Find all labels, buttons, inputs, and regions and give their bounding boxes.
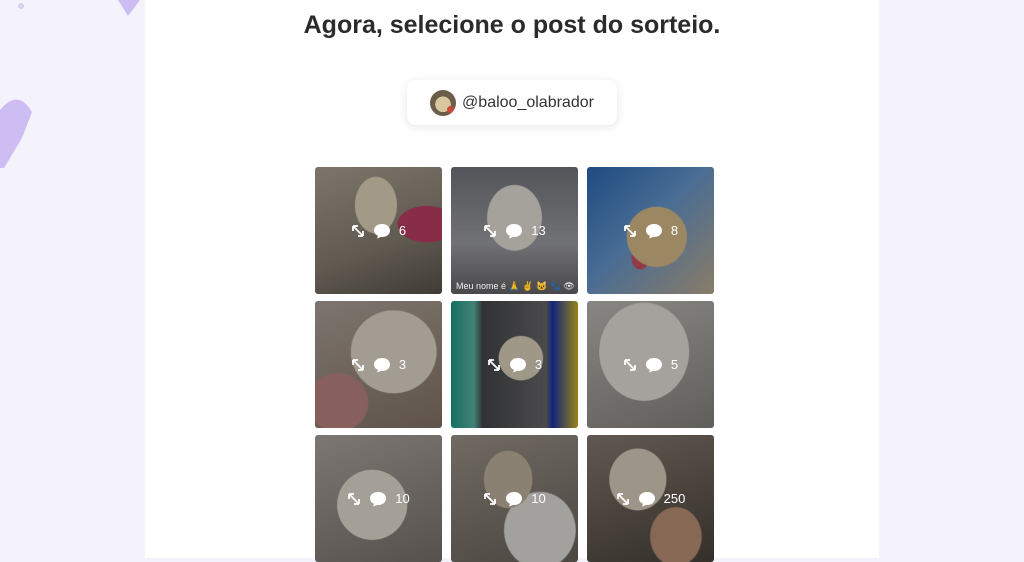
- post-meta: 10: [315, 491, 442, 507]
- expand-icon: [487, 358, 500, 371]
- comment-count: 250: [663, 491, 686, 506]
- comment-bubble-icon: [638, 491, 655, 506]
- post-caption: Meu nome é 🙏 ✌ 🐱 🐾 👁: [456, 281, 575, 291]
- comment-bubble-icon: [645, 223, 662, 238]
- post-tile[interactable]: 10: [315, 435, 442, 562]
- post-meta: 8: [587, 223, 714, 239]
- post-meta: 5: [587, 357, 714, 373]
- page-title: Agora, selecione o post do sorteio.: [303, 11, 721, 39]
- post-tile[interactable]: 3: [451, 301, 578, 428]
- account-selector[interactable]: @baloo_olabrador: [407, 80, 617, 125]
- expand-icon: [484, 492, 497, 505]
- post-tile[interactable]: 10: [451, 435, 578, 562]
- comment-count: 3: [534, 357, 543, 372]
- post-tile[interactable]: 3: [315, 301, 442, 428]
- comment-bubble-icon: [645, 357, 662, 372]
- comment-bubble-icon: [373, 357, 390, 372]
- post-meta: 6: [315, 223, 442, 239]
- account-handle: @baloo_olabrador: [462, 93, 594, 111]
- posts-grid: 6 13 Meu nome é 🙏 ✌ 🐱 🐾 👁 8 3 3 5 10 10 …: [315, 167, 715, 562]
- post-meta: 3: [451, 357, 578, 373]
- comment-count: 6: [398, 223, 407, 238]
- background-decoration: [0, 0, 145, 558]
- comment-count: 13: [531, 223, 546, 238]
- post-meta: 250: [587, 491, 714, 507]
- comment-bubble-icon: [370, 491, 387, 506]
- post-tile[interactable]: 8: [587, 167, 714, 294]
- post-meta: 10: [451, 491, 578, 507]
- expand-icon: [351, 358, 364, 371]
- expand-icon: [348, 492, 361, 505]
- comment-count: 3: [398, 357, 407, 372]
- expand-icon: [623, 358, 636, 371]
- post-tile[interactable]: 6: [315, 167, 442, 294]
- expand-icon: [484, 224, 497, 237]
- post-meta: 3: [315, 357, 442, 373]
- comment-count: 10: [395, 491, 410, 506]
- avatar: [430, 89, 457, 116]
- main-panel: Agora, selecione o post do sorteio. @bal…: [145, 0, 879, 562]
- post-tile[interactable]: 5: [587, 301, 714, 428]
- post-tile[interactable]: 13 Meu nome é 🙏 ✌ 🐱 🐾 👁: [451, 167, 578, 294]
- comment-bubble-icon: [506, 491, 523, 506]
- post-meta: 13: [451, 223, 578, 239]
- comment-count: 8: [670, 223, 679, 238]
- comment-bubble-icon: [509, 357, 526, 372]
- comment-bubble-icon: [506, 223, 523, 238]
- expand-icon: [623, 224, 636, 237]
- comment-count: 10: [531, 491, 546, 506]
- post-tile[interactable]: 250: [587, 435, 714, 562]
- comment-bubble-icon: [373, 223, 390, 238]
- comment-count: 5: [670, 357, 679, 372]
- expand-icon: [351, 224, 364, 237]
- expand-icon: [616, 492, 629, 505]
